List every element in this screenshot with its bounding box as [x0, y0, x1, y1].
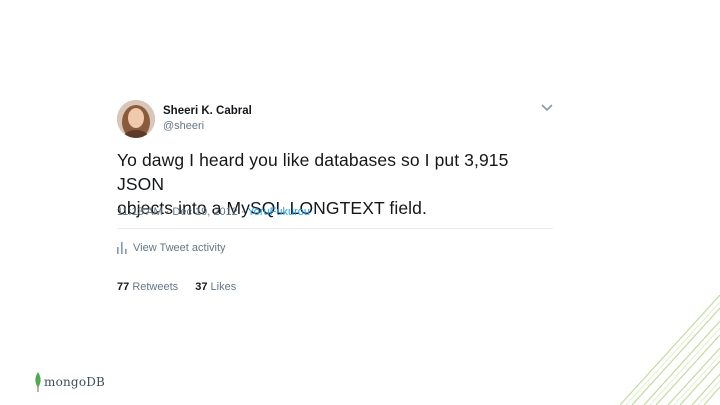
tweet-source-link[interactable]: YoruFukurou: [247, 206, 310, 218]
mongodb-logo: mongoDB: [34, 372, 105, 392]
avatar[interactable]: [117, 100, 155, 138]
likes-count: 37: [195, 281, 208, 293]
decorative-stripes: [620, 294, 720, 405]
tweet-stats: 77 Retweets 37 Likes: [117, 281, 250, 293]
view-activity-label: View Tweet activity: [133, 242, 226, 254]
mongodb-leaf-icon: [35, 372, 41, 392]
retweets-count: 77: [117, 281, 130, 293]
bar-chart-icon: [117, 242, 127, 254]
mongodb-logo-text: mongoDB: [44, 375, 106, 389]
retweets-label: Retweets: [132, 281, 179, 293]
chevron-down-icon[interactable]: [541, 104, 553, 112]
likes-stat[interactable]: 37 Likes: [195, 281, 236, 293]
author-name[interactable]: Sheeri K. Cabral: [163, 105, 252, 117]
tweet-timestamp[interactable]: 11:13 AM · Dec 19, 2012 ·: [117, 206, 245, 218]
likes-label: Likes: [210, 281, 237, 293]
tweet-meta: 11:13 AM · Dec 19, 2012 · YoruFukurou: [117, 206, 310, 218]
tweet-header: Sheeri K. Cabral @sheeri: [117, 98, 553, 140]
retweets-stat[interactable]: 77 Retweets: [117, 281, 178, 293]
author-handle[interactable]: @sheeri: [163, 120, 204, 132]
tweet-card: Sheeri K. Cabral @sheeri Yo dawg I heard…: [117, 98, 553, 293]
view-activity-link[interactable]: View Tweet activity: [117, 242, 226, 254]
tweet-text-line-1: Yo dawg I heard you like databases so I …: [117, 150, 509, 194]
divider: [117, 228, 553, 229]
